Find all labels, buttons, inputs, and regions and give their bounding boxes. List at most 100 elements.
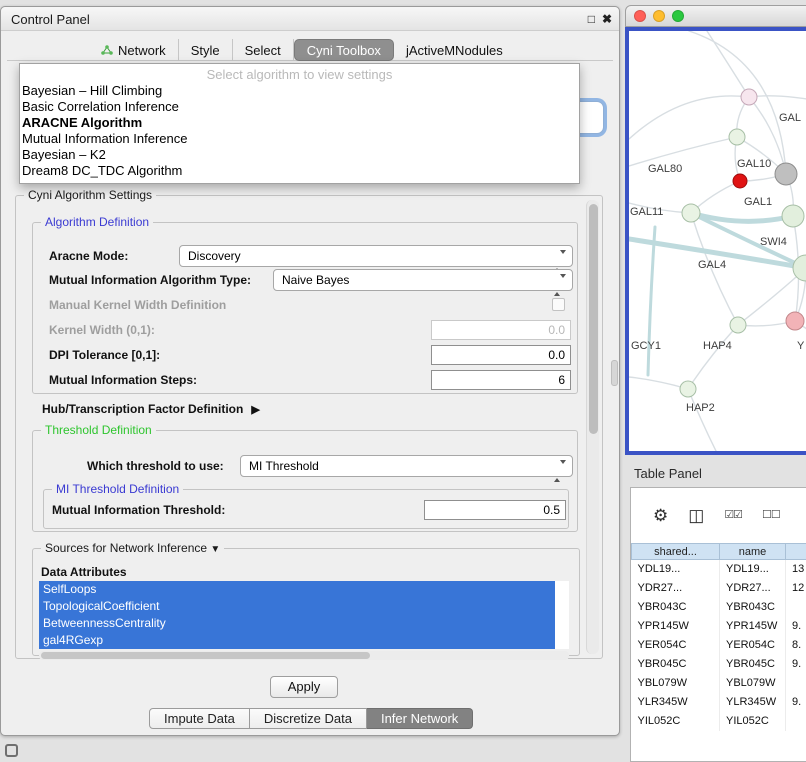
scrollbar-thumb[interactable]	[589, 204, 598, 434]
dropdown-item[interactable]: Bayesian – K2	[20, 147, 579, 163]
float-window-icon[interactable]: □	[588, 11, 595, 27]
tab-discretize-data[interactable]: Discretize Data	[250, 708, 367, 729]
dropdown-item[interactable]: Mutual Information Inference	[20, 131, 579, 147]
apply-button[interactable]: Apply	[270, 676, 338, 698]
dpi-tolerance-field[interactable]: 0.0	[431, 345, 571, 365]
table-cell: YER054C	[720, 636, 786, 655]
control-panel-tabbar: Network Style Select Cyni Toolbox jActiv…	[89, 38, 515, 61]
network-canvas[interactable]: GAL80GAL10GAL11GAL1SWI4GAL4GCY1HAP4HAP2G…	[629, 31, 806, 451]
network-edge[interactable]	[688, 389, 717, 451]
table-row[interactable]: YLR345WYLR345W9.	[632, 693, 806, 712]
network-node[interactable]	[733, 174, 747, 188]
column-header[interactable]	[786, 544, 806, 560]
attribute-item[interactable]: SelfLoops	[39, 581, 555, 598]
network-node[interactable]	[730, 317, 746, 333]
network-node[interactable]	[729, 129, 745, 145]
hub-definition-section[interactable]: Hub/Transcription Factor Definition ▶	[42, 402, 260, 416]
table-row[interactable]: YIL052CYIL052C	[632, 712, 806, 731]
network-node[interactable]	[775, 163, 797, 185]
network-edge[interactable]	[648, 227, 655, 375]
cyni-algorithm-settings-group: Cyni Algorithm Settings Algorithm Defini…	[15, 195, 603, 659]
network-node[interactable]	[682, 204, 700, 222]
attributes-horizontal-scrollbar[interactable]	[39, 651, 569, 660]
attribute-item[interactable]: TopologicalCoefficient	[39, 598, 555, 615]
network-edge[interactable]	[629, 137, 737, 166]
zoom-traffic-light[interactable]	[672, 10, 684, 22]
deselect-all-icon[interactable]: ☐☐	[762, 507, 780, 524]
table-cell: 9.	[786, 617, 806, 636]
dropdown-item[interactable]: Dream8 DC_TDC Algorithm	[20, 163, 579, 179]
tab-infer-network[interactable]: Infer Network	[367, 708, 473, 729]
table-cell: YBL079W	[720, 674, 786, 693]
network-edge[interactable]	[689, 31, 786, 174]
minimize-traffic-light[interactable]	[653, 10, 665, 22]
dropdown-item[interactable]: Bayesian – Hill Climbing	[20, 83, 579, 99]
table-cell: 12	[786, 579, 806, 598]
network-node[interactable]	[782, 205, 804, 227]
network-edge[interactable]	[629, 377, 688, 389]
table-cell	[786, 712, 806, 731]
table-panel-title: Table Panel	[634, 466, 702, 481]
kernel-width-field[interactable]: 0.0	[431, 320, 571, 340]
dropdown-item-selected[interactable]: ARACNE Algorithm	[20, 115, 579, 131]
data-attributes-label: Data Attributes	[41, 565, 127, 579]
tab-style-label: Style	[191, 43, 220, 58]
mi-steps-field[interactable]: 6	[431, 370, 571, 390]
collapsed-arrow-icon[interactable]: ▶	[251, 403, 259, 416]
table-body: YDL19...YDL19...13YDR27...YDR27...12YBR0…	[632, 560, 806, 731]
table-row[interactable]: YPR145WYPR145W9.	[632, 617, 806, 636]
tab-network[interactable]: Network	[89, 39, 179, 61]
table-row[interactable]: YBR043CYBR043C	[632, 598, 806, 617]
cyni-bottom-tabs: Impute Data Discretize Data Infer Networ…	[149, 708, 473, 729]
tab-jactivemodules[interactable]: jActiveMNodules	[394, 39, 515, 61]
network-edge[interactable]	[688, 325, 738, 389]
table-row[interactable]: YDR27...YDR27...12	[632, 579, 806, 598]
combo-arrows-icon	[554, 275, 566, 295]
column-header[interactable]: name	[720, 544, 786, 560]
settings-gear-icon[interactable]: ⚙	[653, 507, 668, 524]
column-header[interactable]: shared...	[632, 544, 720, 560]
mi-type-combo[interactable]: Naive Bayes	[273, 269, 573, 291]
settings-vertical-scrollbar[interactable]	[586, 200, 599, 654]
aracne-mode-value: Discovery	[188, 249, 241, 263]
close-traffic-light[interactable]	[634, 10, 646, 22]
which-threshold-label: Which threshold to use:	[87, 459, 224, 473]
table-cell: YBL079W	[632, 674, 720, 693]
table-cell: 9.	[786, 655, 806, 674]
attribute-item[interactable]: BetweennessCentrality	[39, 615, 555, 632]
table-panel: ⚙ ◫ ☑☑ ☐☐ shared... name YDL19...YDL19..…	[630, 487, 806, 762]
select-all-icon[interactable]: ☑☑	[724, 507, 742, 524]
aracne-mode-combo[interactable]: Discovery	[179, 245, 573, 267]
network-node-label: HAP2	[686, 402, 715, 414]
scrollbar-thumb[interactable]	[41, 652, 370, 659]
table-row[interactable]: YDL19...YDL19...13	[632, 560, 806, 579]
tab-impute-data[interactable]: Impute Data	[149, 708, 250, 729]
manual-kernel-checkbox[interactable]	[552, 298, 565, 311]
panel-splitter-handle[interactable]	[611, 360, 618, 386]
tab-select[interactable]: Select	[233, 39, 294, 61]
control-panel-titlebar: Control Panel □ ✖	[1, 7, 619, 31]
algorithm-definition-title: Algorithm Definition	[41, 215, 153, 229]
table-cell: YDL19...	[720, 560, 786, 579]
close-window-icon[interactable]: ✖	[602, 11, 612, 27]
dpi-tolerance-label: DPI Tolerance [0,1]:	[49, 348, 160, 362]
mi-threshold-field[interactable]: 0.5	[424, 500, 566, 520]
table-cell: YLR345W	[720, 693, 786, 712]
table-row[interactable]: YBL079WYBL079W	[632, 674, 806, 693]
table-row[interactable]: YER054CYER054C8.	[632, 636, 806, 655]
table-row[interactable]: YBR045CYBR045C9.	[632, 655, 806, 674]
network-node[interactable]	[741, 89, 757, 105]
network-edge[interactable]	[749, 96, 806, 103]
dropdown-item[interactable]: Basic Correlation Inference	[20, 99, 579, 115]
tab-cyni-toolbox[interactable]: Cyni Toolbox	[294, 39, 394, 61]
network-node[interactable]	[786, 312, 804, 330]
docked-panel-icon[interactable]	[5, 744, 18, 757]
threshold-definition-group: Threshold Definition Which threshold to …	[32, 430, 578, 532]
which-threshold-combo[interactable]: MI Threshold	[240, 455, 573, 477]
tab-cyni-toolbox-label: Cyni Toolbox	[307, 43, 381, 58]
attribute-item[interactable]: gal4RGexp	[39, 632, 555, 649]
column-chooser-icon[interactable]: ◫	[688, 507, 704, 524]
network-node[interactable]	[680, 381, 696, 397]
expanded-arrow-icon[interactable]: ▼	[210, 544, 220, 555]
tab-style[interactable]: Style	[179, 39, 233, 61]
